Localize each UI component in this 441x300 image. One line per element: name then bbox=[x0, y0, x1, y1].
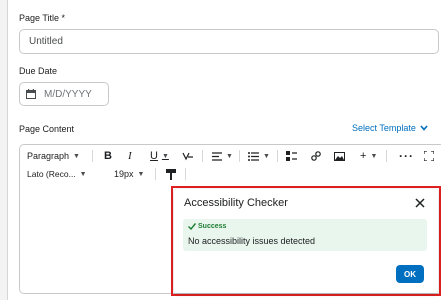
dialog-title: Accessibility Checker bbox=[184, 197, 288, 209]
bold-icon[interactable]: B bbox=[104, 147, 112, 165]
select-template-link[interactable]: Select Template bbox=[352, 123, 428, 133]
toolbar-divider bbox=[277, 150, 278, 162]
ok-button[interactable]: OK bbox=[396, 265, 424, 283]
chevron-down-icon: ▼ bbox=[161, 152, 169, 160]
chevron-down-icon: ▼ bbox=[370, 152, 378, 160]
strikethrough-format-icon[interactable] bbox=[182, 147, 194, 165]
toolbar-divider bbox=[386, 150, 387, 162]
font-select[interactable]: Lato (Reco... ▼ bbox=[27, 165, 87, 183]
format-painter-icon[interactable] bbox=[166, 165, 176, 183]
due-date-placeholder: M/D/YYYY bbox=[44, 88, 92, 100]
toolbar-row-1: Paragraph ▼ B I U ▼ ▼ ▼ + ▼ ··· bbox=[20, 147, 441, 165]
due-date-input[interactable]: M/D/YYYY bbox=[19, 82, 109, 106]
success-alert: Success No accessibility issues detected bbox=[183, 219, 427, 251]
align-icon[interactable]: ▼ bbox=[212, 147, 233, 165]
list-icon[interactable]: ▼ bbox=[248, 147, 270, 165]
size-select[interactable]: 19px ▼ bbox=[114, 165, 144, 183]
chevron-down-icon: ▼ bbox=[137, 170, 145, 178]
italic-icon[interactable]: I bbox=[128, 147, 132, 165]
toolbar-row-2: Lato (Reco... ▼ 19px ▼ bbox=[20, 165, 441, 183]
due-date-label: Due Date bbox=[19, 66, 58, 76]
add-icon[interactable]: + ▼ bbox=[360, 147, 377, 165]
chevron-down-icon: ▼ bbox=[226, 152, 233, 160]
toolbar-divider bbox=[92, 150, 93, 162]
success-status-label: Success bbox=[198, 223, 227, 230]
size-select-value: 19px bbox=[114, 169, 134, 179]
page-title-value: Untitled bbox=[29, 36, 63, 47]
format-select-value: Paragraph bbox=[27, 151, 70, 161]
link-icon[interactable] bbox=[311, 147, 321, 165]
page-editor-panel: Page Title * Untitled Due Date M/D/YYYY … bbox=[7, 0, 441, 300]
checkmark-icon bbox=[188, 223, 196, 230]
toolbar-divider bbox=[202, 150, 203, 162]
chevron-down-icon: ▼ bbox=[73, 152, 80, 160]
toolbar-divider bbox=[239, 150, 240, 162]
underline-icon[interactable]: U ▼ bbox=[150, 147, 169, 165]
accessibility-checker-dialog: Accessibility Checker Success No accessi… bbox=[174, 189, 438, 293]
insert-stuff-icon[interactable] bbox=[286, 147, 297, 165]
font-select-value: Lato (Reco... bbox=[27, 169, 76, 179]
more-icon[interactable]: ··· bbox=[399, 147, 414, 165]
chevron-down-icon: ▼ bbox=[79, 170, 87, 178]
chevron-down-icon: ▼ bbox=[263, 152, 270, 160]
fullscreen-icon[interactable] bbox=[424, 147, 434, 165]
toolbar-divider bbox=[155, 168, 156, 180]
chevron-down-icon bbox=[420, 125, 428, 131]
select-template-label: Select Template bbox=[352, 123, 416, 133]
page-content-label: Page Content bbox=[19, 124, 75, 134]
page-title-input[interactable]: Untitled bbox=[19, 29, 439, 54]
success-header: Success bbox=[188, 223, 226, 230]
calendar-icon bbox=[26, 89, 36, 99]
toolbar-divider bbox=[185, 168, 186, 180]
page-title-label: Page Title * bbox=[19, 13, 66, 23]
format-select[interactable]: Paragraph ▼ bbox=[27, 147, 80, 165]
image-icon[interactable] bbox=[334, 147, 345, 165]
success-message: No accessibility issues detected bbox=[188, 236, 316, 246]
close-icon[interactable] bbox=[414, 197, 426, 209]
